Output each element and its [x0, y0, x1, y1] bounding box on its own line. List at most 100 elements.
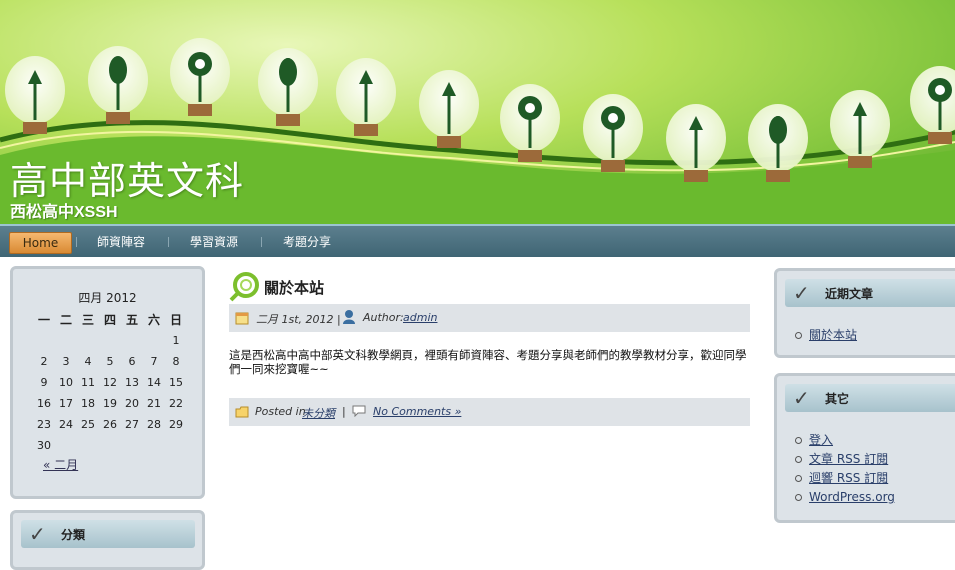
calendar-week-row: 23 24 25 26 27 28 29 [33, 414, 187, 435]
recent-posts-widget-title: 近期文章 [825, 287, 874, 301]
nav-item-exams[interactable]: 考題分享 [283, 232, 331, 252]
list-item: 文章 RSS 訂閱 [795, 450, 895, 469]
bullet-icon [795, 332, 802, 339]
other-links-list: 登入 文章 RSS 訂閱 迴響 RSS 訂閱 WordPress.org [795, 431, 895, 507]
calendar-day [77, 435, 99, 456]
meta-separator: | [342, 405, 346, 418]
calendar-day: 24 [59, 418, 73, 431]
weekday-header: 五 [125, 313, 138, 327]
nav-separator [261, 237, 262, 247]
weekday-header: 一 [37, 313, 50, 327]
main-nav: Home 師資陣容 學習資源 考題分享 [0, 224, 955, 257]
other-widget-title: 其它 [825, 392, 850, 406]
calendar-day: 4 [84, 355, 92, 368]
list-item: 關於本站 [795, 326, 857, 345]
bullet-icon [795, 475, 802, 482]
calendar-day: 20 [125, 397, 139, 410]
comments-rss-link[interactable]: 迴響 RSS 訂閱 [809, 471, 888, 485]
folder-icon [235, 406, 249, 418]
calendar-week-row: 2 3 4 5 6 7 8 [33, 351, 187, 372]
nav-item-home[interactable]: Home [9, 232, 72, 254]
calendar-widget: 四月 2012 一 二 三 四 五 六 日 1 2 3 4 5 6 7 8 9 10 11 12 13 1… [10, 266, 205, 499]
checkmark-icon: ✓ [793, 386, 810, 410]
calendar-day: 22 [169, 397, 183, 410]
comments-link[interactable]: No Comments » [373, 405, 461, 418]
post-footer-bar: Posted in 未分類 | No Comments » [229, 398, 750, 426]
nav-item-faculty[interactable]: 師資陣容 [97, 232, 145, 252]
recent-post-link[interactable]: 關於本站 [809, 328, 857, 342]
calendar-day: 16 [37, 397, 51, 410]
other-widget: ✓ 其它 登入 文章 RSS 訂閱 迴響 RSS 訂閱 WordPress.or… [774, 373, 955, 523]
calendar-day [99, 330, 121, 351]
author-icon [343, 310, 355, 324]
calendar-day: 8 [172, 355, 180, 368]
calendar-day: 19 [103, 397, 117, 410]
site-title[interactable]: 高中部英文科 [10, 150, 244, 205]
wordpress-link[interactable]: WordPress.org [809, 490, 895, 504]
recent-posts-widget-header: ✓ 近期文章 [785, 279, 955, 307]
calendar-day [77, 330, 99, 351]
calendar-week-row: 9 10 11 12 13 14 15 [33, 372, 187, 393]
nav-separator [168, 237, 169, 247]
entries-rss-link[interactable]: 文章 RSS 訂閱 [809, 452, 888, 466]
calendar-day: 3 [62, 355, 70, 368]
calendar-week-row: 16 17 18 19 20 21 22 [33, 393, 187, 414]
calendar-week-row: 30 [33, 435, 187, 456]
nav-item-resources[interactable]: 學習資源 [190, 232, 238, 252]
categories-widget-title: 分類 [61, 528, 86, 542]
calendar-day: 25 [81, 418, 95, 431]
calendar-day [121, 435, 143, 456]
calendar-table: 一 二 三 四 五 六 日 1 2 3 4 5 6 7 8 9 10 11 12 13 14 15 16 17 1… [33, 309, 187, 456]
calendar-day [33, 330, 55, 351]
calendar-day: 1 [172, 334, 180, 347]
post-title[interactable]: 關於本站 [264, 277, 324, 298]
calendar-day: 18 [81, 397, 95, 410]
weekday-header: 六 [147, 313, 160, 327]
list-item: 迴響 RSS 訂閱 [795, 469, 895, 488]
weekday-header: 三 [81, 313, 94, 327]
calendar-day: 29 [169, 418, 183, 431]
calendar-day: 11 [81, 376, 95, 389]
calendar-day: 17 [59, 397, 73, 410]
list-item: 登入 [795, 431, 895, 450]
checkmark-icon: ✓ [29, 522, 46, 546]
posted-in-label: Posted in [255, 405, 306, 418]
recent-posts-widget: ✓ 近期文章 關於本站 [774, 268, 955, 358]
calendar-day: 7 [150, 355, 158, 368]
site-description: 西松高中XSSH [10, 204, 118, 221]
categories-widget-header: ✓ 分類 [21, 520, 195, 548]
weekday-header: 二 [59, 313, 72, 327]
bullet-icon [795, 494, 802, 501]
other-widget-header: ✓ 其它 [785, 384, 955, 412]
calendar-day: 10 [59, 376, 73, 389]
calendar-day: 30 [37, 439, 51, 452]
author-label: Author: [363, 311, 404, 324]
calendar-day: 2 [40, 355, 48, 368]
calendar-day [121, 330, 143, 351]
post-meta-bar: 二月 1st, 2012 | Author: admin [229, 304, 750, 332]
calendar-day: 5 [106, 355, 114, 368]
calendar-day: 27 [125, 418, 139, 431]
calendar-day: 21 [147, 397, 161, 410]
weekday-header: 日 [169, 313, 182, 327]
list-item: WordPress.org [795, 488, 895, 507]
calendar-day [143, 435, 165, 456]
calendar-day: 12 [103, 376, 117, 389]
bullet-icon [795, 437, 802, 444]
author-link[interactable]: admin [403, 311, 437, 324]
bullet-icon [795, 456, 802, 463]
category-link[interactable]: 未分類 [302, 407, 335, 420]
post-title-icon [229, 272, 259, 302]
calendar-day [55, 435, 77, 456]
post-date: 二月 1st, 2012 | [256, 313, 341, 326]
calendar-day [99, 435, 121, 456]
calendar-prev-month-link[interactable]: « 二月 [43, 456, 78, 473]
calendar-day: 28 [147, 418, 161, 431]
login-link[interactable]: 登入 [809, 433, 833, 447]
header-banner: 高中部英文科 西松高中XSSH [0, 0, 955, 224]
calendar-icon [235, 312, 249, 325]
calendar-day: 13 [125, 376, 139, 389]
calendar-day: 15 [169, 376, 183, 389]
comment-icon [352, 405, 366, 417]
calendar-day: 26 [103, 418, 117, 431]
